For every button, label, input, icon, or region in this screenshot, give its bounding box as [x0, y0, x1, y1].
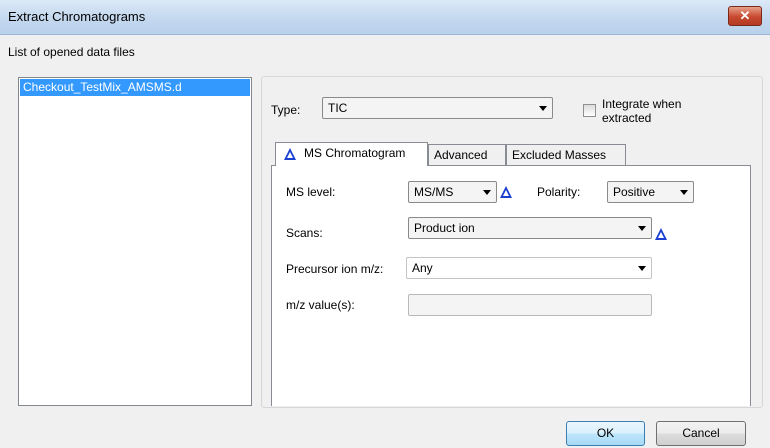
polarity-label: Polarity:	[537, 185, 581, 199]
tab-ms-chromatogram[interactable]: MS Chromatogram	[275, 142, 428, 166]
chevron-down-icon	[638, 226, 646, 231]
ms-level-triangle-icon	[284, 148, 296, 160]
tab-label: Excluded Masses	[512, 148, 607, 162]
scans-triangle-icon	[655, 228, 667, 240]
tab-excluded-masses[interactable]: Excluded Masses	[506, 144, 626, 166]
precursor-label: Precursor ion m/z:	[286, 262, 384, 276]
close-icon: ✕	[739, 8, 751, 23]
tab-advanced[interactable]: Advanced	[428, 144, 506, 166]
chevron-down-icon	[483, 190, 491, 195]
ms-level-value: MS/MS	[414, 185, 454, 199]
ms-level-label: MS level:	[286, 185, 336, 199]
polarity-value: Positive	[613, 185, 656, 199]
files-list-label: List of opened data files	[8, 45, 135, 59]
scans-select[interactable]: Product ion	[408, 217, 652, 239]
integrate-label: Integrate when extracted	[602, 97, 682, 125]
ok-button[interactable]: OK	[566, 421, 645, 446]
scans-value: Product ion	[414, 221, 475, 235]
file-list[interactable]: Checkout_TestMix_AMSMS.d	[18, 77, 252, 406]
precursor-select[interactable]: Any	[406, 257, 652, 279]
mz-values-input[interactable]	[408, 294, 652, 316]
chevron-down-icon	[638, 266, 646, 271]
file-list-item[interactable]: Checkout_TestMix_AMSMS.d	[20, 79, 250, 96]
polarity-select[interactable]: Positive	[607, 181, 694, 203]
chevron-down-icon	[680, 190, 688, 195]
title-bar: Extract Chromatograms ✕	[0, 0, 770, 35]
integrate-checkbox[interactable]	[583, 104, 596, 117]
ms-level-triangle-icon	[500, 186, 512, 198]
tab-label: Advanced	[434, 148, 488, 162]
ms-level-select[interactable]: MS/MS	[408, 181, 497, 203]
type-select-value: TIC	[328, 101, 348, 115]
chevron-down-icon	[539, 106, 547, 111]
type-label: Type:	[271, 103, 301, 117]
mz-values-label: m/z value(s):	[286, 298, 355, 312]
tab-label: MS Chromatogram	[304, 146, 406, 160]
type-select[interactable]: TIC	[322, 97, 553, 119]
scans-label: Scans:	[286, 226, 323, 240]
window-title: Extract Chromatograms	[8, 9, 146, 24]
cancel-button[interactable]: Cancel	[656, 421, 746, 446]
close-button[interactable]: ✕	[728, 6, 762, 26]
precursor-value: Any	[412, 261, 433, 275]
